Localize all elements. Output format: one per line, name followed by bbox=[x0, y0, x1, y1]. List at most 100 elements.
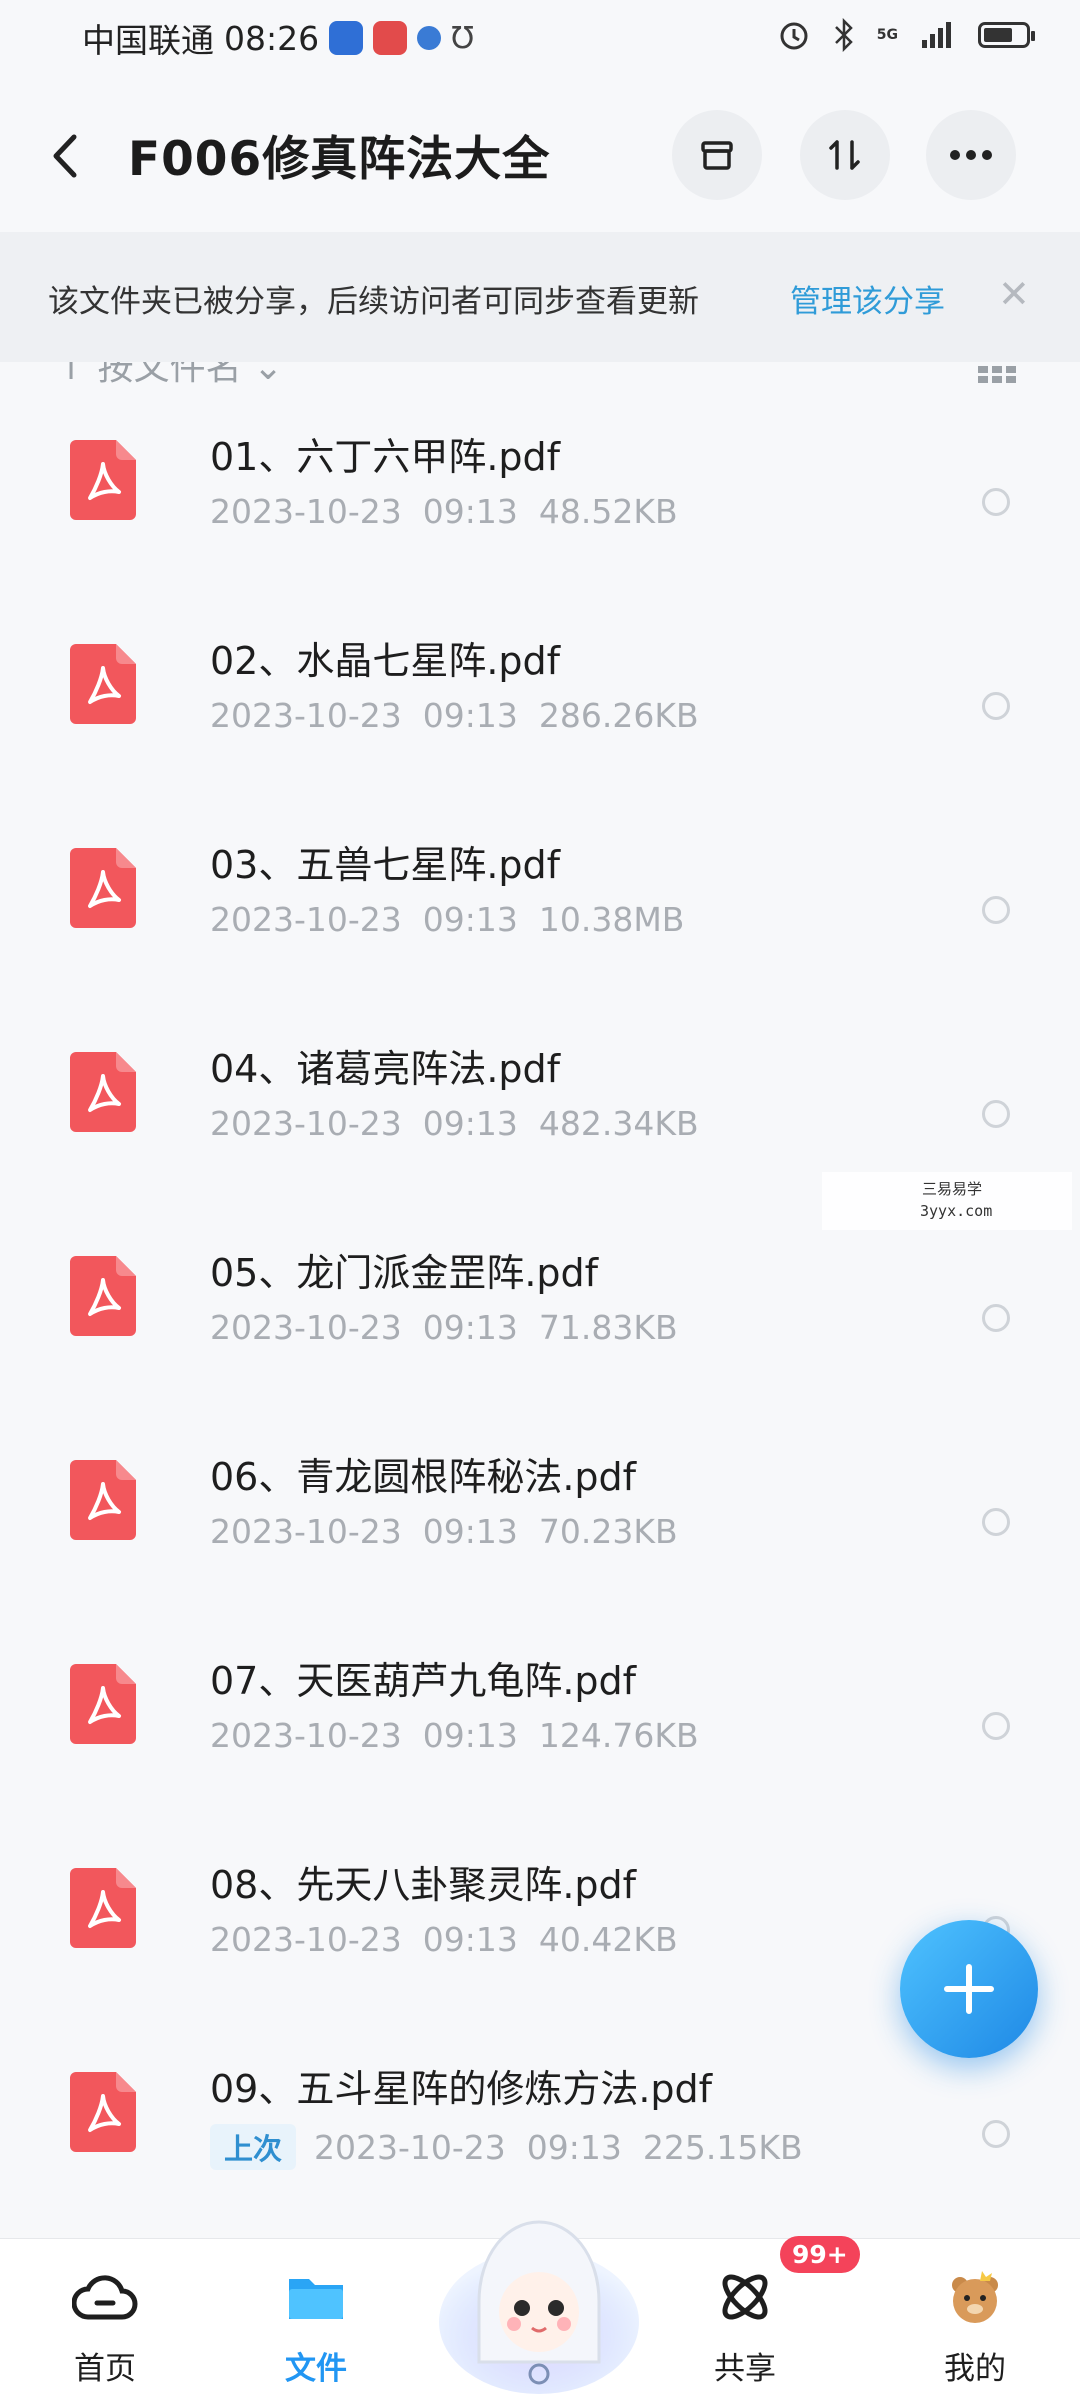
watermark: 三易易学 3yyx.com bbox=[822, 1172, 1072, 1230]
file-size: 482.34KB bbox=[538, 1104, 699, 1143]
file-date: 2023-10-23 bbox=[210, 696, 402, 735]
network-type-label: 5G bbox=[876, 27, 898, 43]
carrier-label: 中国联通 bbox=[82, 21, 214, 60]
share-banner: 该文件夹已被分享，后续访问者可同步查看更新 管理该分享 ✕ bbox=[0, 232, 1080, 362]
file-row[interactable]: 01、六丁六甲阵.pdf 2023-10-23 09:13 48.52KB bbox=[0, 392, 1080, 596]
file-meta: 2023-10-23 09:13 71.83KB bbox=[210, 1308, 678, 1347]
pdf-file-icon bbox=[70, 440, 136, 520]
file-time: 09:13 bbox=[422, 1104, 518, 1143]
file-size: 124.76KB bbox=[538, 1716, 699, 1755]
pdf-file-icon bbox=[70, 1256, 136, 1336]
pdf-file-icon bbox=[70, 848, 136, 928]
file-meta: 2023-10-23 09:13 10.38MB bbox=[210, 900, 684, 939]
pdf-file-icon bbox=[70, 1664, 136, 1744]
file-time: 09:13 bbox=[422, 1716, 518, 1755]
file-meta: 上次 2023-10-23 09:13 225.15KB bbox=[210, 2124, 803, 2170]
nav-item-me[interactable]: 我的 bbox=[895, 2239, 1055, 2401]
share-banner-message: 该文件夹已被分享，后续访问者可同步查看更新 bbox=[48, 284, 699, 320]
file-name: 09、五斗星阵的修炼方法.pdf bbox=[210, 2067, 713, 2111]
select-radio[interactable] bbox=[982, 488, 1010, 516]
file-name: 07、天医葫芦九龟阵.pdf bbox=[210, 1659, 637, 1703]
file-meta: 2023-10-23 09:13 40.42KB bbox=[210, 1920, 678, 1959]
profile-bear-icon bbox=[952, 2271, 998, 2323]
page-title: F006修真阵法大全 bbox=[128, 132, 551, 187]
file-date: 2023-10-23 bbox=[210, 1716, 402, 1755]
archive-icon bbox=[701, 141, 733, 170]
file-date: 2023-10-23 bbox=[210, 1512, 402, 1551]
sort-row: ↑ 按文件名 ⌄ bbox=[0, 362, 1080, 392]
file-date: 2023-10-23 bbox=[210, 1920, 402, 1959]
app-header: F006修真阵法大全 bbox=[0, 96, 1080, 216]
archive-button[interactable] bbox=[672, 110, 762, 200]
last-opened-badge: 上次 bbox=[210, 2124, 297, 2170]
file-row[interactable]: 02、水晶七星阵.pdf 2023-10-23 09:13 286.26KB bbox=[0, 596, 1080, 800]
app-notification-icon bbox=[329, 21, 364, 55]
home-cloud-icon bbox=[72, 2275, 138, 2320]
plus-icon bbox=[944, 1964, 994, 2014]
select-radio[interactable] bbox=[982, 1304, 1010, 1332]
app-notification-icon bbox=[373, 21, 408, 55]
pdf-file-icon bbox=[70, 1052, 136, 1132]
signal-icon bbox=[922, 22, 951, 48]
nav-label-home: 首页 bbox=[74, 2351, 136, 2387]
file-name: 08、先天八卦聚灵阵.pdf bbox=[210, 1863, 637, 1907]
file-time: 09:13 bbox=[422, 900, 518, 939]
share-notification-badge: 99+ bbox=[780, 2236, 860, 2273]
grid-view-icon[interactable] bbox=[978, 362, 1016, 384]
file-meta: 2023-10-23 09:13 482.34KB bbox=[210, 1104, 699, 1143]
file-meta: 2023-10-23 09:13 48.52KB bbox=[210, 492, 678, 531]
pdf-file-icon bbox=[70, 644, 136, 724]
back-button[interactable] bbox=[50, 126, 100, 186]
file-time: 09:13 bbox=[422, 696, 518, 735]
select-radio[interactable] bbox=[982, 1100, 1010, 1128]
close-icon[interactable]: ✕ bbox=[998, 272, 1030, 316]
file-date: 2023-10-23 bbox=[210, 900, 402, 939]
file-time: 09:13 bbox=[422, 1308, 518, 1347]
select-radio[interactable] bbox=[982, 1508, 1010, 1536]
file-meta: 2023-10-23 09:13 286.26KB bbox=[210, 696, 699, 735]
file-row[interactable]: 05、龙门派金罡阵.pdf 2023-10-23 09:13 71.83KB bbox=[0, 1208, 1080, 1412]
select-radio[interactable] bbox=[982, 1712, 1010, 1740]
pdf-file-icon bbox=[70, 1460, 136, 1540]
file-time: 09:13 bbox=[422, 1512, 518, 1551]
share-atom-icon bbox=[722, 2274, 768, 2320]
file-date: 2023-10-23 bbox=[210, 1104, 402, 1143]
file-name: 01、六丁六甲阵.pdf bbox=[210, 435, 561, 479]
nav-label-me: 我的 bbox=[944, 2351, 1006, 2387]
add-button[interactable] bbox=[900, 1920, 1038, 2058]
assistant-mascot-icon[interactable] bbox=[430, 2182, 648, 2400]
nav-item-files[interactable]: 文件 bbox=[236, 2239, 396, 2401]
watermark-line2: 3yyx.com bbox=[920, 1202, 993, 1220]
chevron-left-icon bbox=[53, 134, 77, 178]
status-bar-right: 5G bbox=[777, 18, 1035, 52]
file-date: 2023-10-23 bbox=[314, 2128, 506, 2167]
file-meta: 2023-10-23 09:13 124.76KB bbox=[210, 1716, 699, 1755]
file-size: 286.26KB bbox=[538, 696, 699, 735]
select-radio[interactable] bbox=[982, 692, 1010, 720]
more-options-button[interactable] bbox=[926, 110, 1016, 200]
file-time: 09:13 bbox=[422, 492, 518, 531]
folder-icon bbox=[289, 2279, 343, 2319]
manage-share-link[interactable]: 管理该分享 bbox=[790, 276, 945, 321]
file-name: 02、水晶七星阵.pdf bbox=[210, 639, 561, 683]
alarm-notification-icon: Ʊ bbox=[451, 20, 475, 56]
nav-item-home[interactable]: 首页 bbox=[25, 2239, 185, 2401]
sort-swap-icon bbox=[829, 140, 860, 170]
file-name: 05、龙门派金罡阵.pdf bbox=[210, 1251, 599, 1295]
file-size: 71.83KB bbox=[538, 1308, 678, 1347]
file-size: 10.38MB bbox=[538, 900, 685, 939]
select-radio[interactable] bbox=[982, 2120, 1010, 2148]
file-time: 09:13 bbox=[526, 2128, 622, 2167]
file-name: 03、五兽七星阵.pdf bbox=[210, 843, 561, 887]
file-date: 2023-10-23 bbox=[210, 492, 402, 531]
sort-toggle-button[interactable] bbox=[800, 110, 890, 200]
file-size: 225.15KB bbox=[642, 2128, 803, 2167]
bluetooth-icon bbox=[834, 18, 853, 52]
nav-label-share: 共享 bbox=[714, 2351, 776, 2387]
file-size: 40.42KB bbox=[538, 1920, 678, 1959]
file-row[interactable]: 06、青龙圆根阵秘法.pdf 2023-10-23 09:13 70.23KB bbox=[0, 1412, 1080, 1616]
file-row[interactable]: 07、天医葫芦九龟阵.pdf 2023-10-23 09:13 124.76KB bbox=[0, 1616, 1080, 1820]
file-row[interactable]: 03、五兽七星阵.pdf 2023-10-23 09:13 10.38MB bbox=[0, 800, 1080, 1004]
sort-by-name-button[interactable]: ↑ 按文件名 ⌄ bbox=[56, 362, 283, 390]
select-radio[interactable] bbox=[982, 896, 1010, 924]
